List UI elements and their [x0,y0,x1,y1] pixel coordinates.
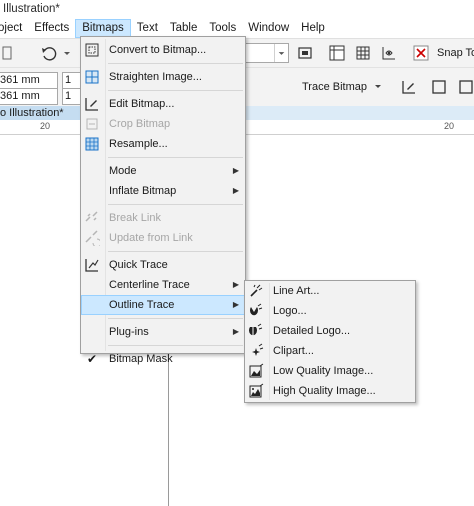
low-quality-image-icon [249,363,264,378]
window-title: Illustration* [0,0,474,19]
bitmap-color-icon[interactable] [458,78,474,96]
resample-icon [85,137,99,151]
crop-bitmap-item: Crop Bitmap [81,114,245,134]
menu-separator [108,251,243,252]
menu-separator [108,63,243,64]
detailed-logo-item[interactable]: Detailed Logo... [245,321,415,341]
menu-object[interactable]: oject [0,19,28,38]
menu-help[interactable]: Help [295,19,331,38]
straighten-image-icon [85,70,99,84]
edit-bitmap-icon[interactable] [400,78,418,96]
bitmap-mask-item[interactable]: ✔ Bitmap Mask [81,349,245,369]
outline-trace-item[interactable]: Outline Trace ▶ [81,295,245,315]
chevron-down-icon [274,44,285,62]
rulers-icon[interactable] [328,44,346,62]
line-art-item[interactable]: Line Art... [245,281,415,301]
crop-bitmap-icon [86,118,98,130]
plug-ins-item[interactable]: Plug-ins ▶ [81,322,245,342]
logo-icon [250,303,263,316]
chevron-down-icon [375,85,381,88]
low-quality-image-item[interactable]: Low Quality Image... [245,361,415,381]
full-screen-icon[interactable] [296,44,314,62]
menu-separator [108,318,243,319]
convert-to-bitmap-item[interactable]: Convert to Bitmap... [81,40,245,60]
crop-bitmap-icon[interactable] [430,78,448,96]
resample-item[interactable]: Resample... [81,134,245,154]
menu-effects[interactable]: Effects [28,19,75,38]
break-link-icon [85,211,98,222]
height-field[interactable]: 361 mm [0,88,58,105]
document-tab[interactable]: o Illustration* [0,106,80,120]
submenu-arrow-icon: ▶ [232,327,239,336]
quick-trace-item[interactable]: Quick Trace [81,255,245,275]
ruler-tick-label: 20 [444,121,455,131]
toolbar-edge-icon [2,46,12,60]
menu-separator [108,157,243,158]
menu-separator [108,90,243,91]
menu-separator [108,204,243,205]
width-field[interactable]: 361 mm [0,72,58,89]
scale-x-field[interactable]: 1 [62,72,82,89]
submenu-arrow-icon: ▶ [232,280,239,289]
undo-icon[interactable] [40,44,58,62]
edit-bitmap-item[interactable]: Edit Bitmap... [81,94,245,114]
quick-trace-icon [85,259,99,272]
line-art-icon [250,284,263,297]
grid-icon[interactable] [354,44,372,62]
snap-to-label[interactable]: Snap To [437,47,474,59]
menu-window[interactable]: Window [242,19,295,38]
straighten-image-item[interactable]: Straighten Image... [81,67,245,87]
centerline-trace-item[interactable]: Centerline Trace ▶ [81,275,245,295]
outline-trace-submenu: Line Art... Logo... Detailed Logo... Cli… [244,280,416,403]
zoom-combo[interactable] [244,43,289,63]
scale-y-field[interactable]: 1 [62,88,82,105]
update-link-icon [85,230,100,246]
snap-off-icon[interactable] [412,44,430,62]
submenu-arrow-icon: ▶ [232,166,239,175]
clipart-icon [252,343,264,356]
bitmaps-menu: Convert to Bitmap... Straighten Image...… [80,36,246,366]
menu-separator [108,345,243,346]
guidelines-icon[interactable] [380,44,398,62]
trace-bitmap-label: Trace Bitmap [302,81,368,93]
app-window: Illustration* oject Effects Bitmaps Text… [0,0,474,506]
mode-item[interactable]: Mode ▶ [81,161,245,181]
edit-bitmap-icon [85,98,98,111]
inflate-bitmap-item[interactable]: Inflate Bitmap ▶ [81,181,245,201]
clipart-item[interactable]: Clipart... [245,341,415,361]
submenu-arrow-icon: ▶ [232,186,239,195]
break-link-item: Break Link [81,208,245,228]
undo-dropdown-icon[interactable] [62,44,72,62]
high-quality-image-icon [249,383,264,398]
checkmark-icon: ✔ [86,352,98,366]
high-quality-image-item[interactable]: High Quality Image... [245,381,415,401]
submenu-arrow-icon: ▶ [232,300,239,309]
ruler-tick-label: 20 [40,121,51,131]
convert-to-bitmap-icon [85,43,99,57]
detailed-logo-icon [249,323,263,336]
logo-item[interactable]: Logo... [245,301,415,321]
update-from-link-item: Update from Link [81,228,245,248]
trace-bitmap-button[interactable]: Trace Bitmap [302,76,386,98]
